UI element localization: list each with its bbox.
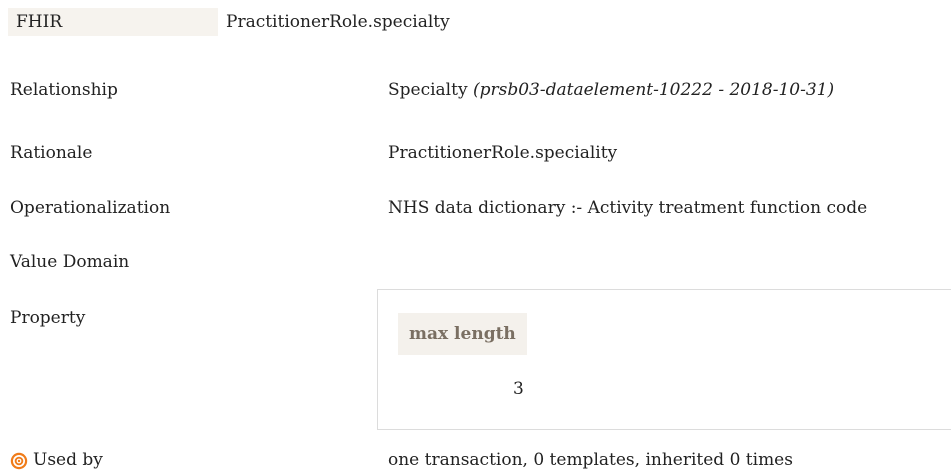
operationalization-value: NHS data dictionary :- Activity treatmen…	[388, 198, 868, 218]
relationship-name: Specialty	[388, 80, 468, 100]
concept-detail-panel: FHIR PractitionerRole.specialty Relation…	[0, 0, 951, 474]
relationship-reference-link[interactable]: (prsb03-dataelement-10222 - 2018-10-31)	[473, 80, 834, 100]
rationale-label: Rationale	[10, 143, 93, 163]
fhir-path: PractitionerRole.specialty	[226, 12, 450, 32]
property-table: max length 3	[377, 289, 951, 430]
max-length-value: 3	[513, 379, 524, 399]
max-length-header: max length	[398, 313, 527, 355]
relationship-value: Specialty (prsb03-dataelement-10222 - 20…	[388, 80, 834, 100]
used-by-value[interactable]: one transaction, 0 templates, inherited …	[388, 450, 793, 470]
property-label: Property	[10, 308, 86, 328]
fhir-mapping-row: FHIR PractitionerRole.specialty	[8, 8, 450, 36]
rationale-value: PractitionerRole.speciality	[388, 143, 618, 163]
value-domain-label: Value Domain	[10, 252, 130, 272]
operationalization-label: Operationalization	[10, 198, 171, 218]
target-icon	[10, 452, 28, 470]
relationship-label: Relationship	[10, 80, 118, 100]
used-by-label: Used by	[33, 450, 103, 470]
fhir-tag: FHIR	[8, 8, 218, 36]
